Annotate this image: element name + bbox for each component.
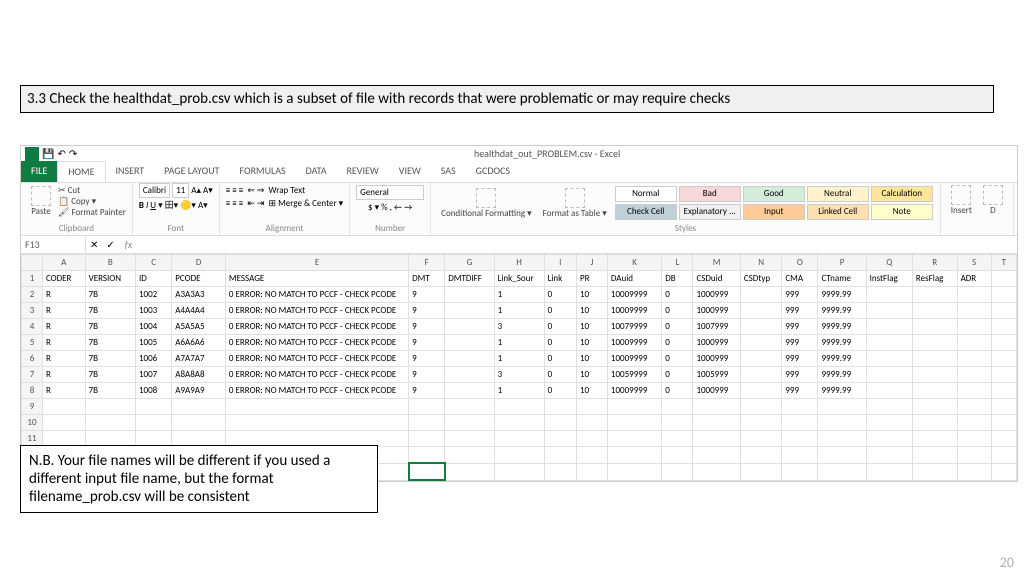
tab-formulas[interactable]: FORMULAS xyxy=(229,161,295,182)
font-name[interactable]: Calibri xyxy=(139,183,170,198)
copy-button[interactable]: 📋 Copy ▾ xyxy=(58,196,126,207)
undo-icon[interactable]: ↶ xyxy=(57,147,65,160)
tab-home[interactable]: HOME xyxy=(57,161,105,182)
merge-button[interactable]: Merge & Center ▾ xyxy=(278,198,343,209)
ribbon-tabs: FILEHOMEINSERTPAGE LAYOUTFORMULASDATAREV… xyxy=(21,161,1017,183)
tab-review[interactable]: REVIEW xyxy=(336,161,388,182)
callout-note: N.B. Your file names will be different i… xyxy=(20,445,378,513)
cell-styles[interactable]: NormalBadGoodNeutralCalculationCheck Cel… xyxy=(614,185,934,221)
cut-button[interactable]: ✂ Cut xyxy=(58,185,126,196)
tab-insert[interactable]: INSERT xyxy=(106,161,155,182)
wrap-text-button[interactable]: Wrap Text xyxy=(269,185,306,196)
tab-view[interactable]: VIEW xyxy=(389,161,431,182)
format-painter-button[interactable]: 🖌 Format Painter xyxy=(58,207,126,218)
excel-icon xyxy=(25,147,39,161)
excel-window: 💾 ↶ ↷ healthdat_out_PROBLEM.csv - Excel … xyxy=(20,145,1018,482)
font-size[interactable]: 11 xyxy=(172,183,189,198)
tab-page-layout[interactable]: PAGE LAYOUT xyxy=(154,161,229,182)
ribbon: Paste ✂ Cut 📋 Copy ▾ 🖌 Format Painter Cl… xyxy=(21,183,1017,236)
page-number: 20 xyxy=(1000,554,1014,571)
paste-button[interactable]: Paste xyxy=(27,186,55,217)
delete-button[interactable]: D xyxy=(979,185,1007,216)
number-format[interactable]: General xyxy=(356,185,424,200)
tab-data[interactable]: DATA xyxy=(296,161,337,182)
conditional-formatting-button[interactable]: Conditional Formatting ▾ xyxy=(437,188,536,219)
insert-button[interactable]: Insert xyxy=(947,185,976,216)
name-box[interactable]: F13 xyxy=(21,236,86,253)
save-icon[interactable]: 💾 xyxy=(42,147,54,160)
window-title: healthdat_out_PROBLEM.csv - Excel xyxy=(77,147,1017,160)
tab-gcdocs[interactable]: GCDOCS xyxy=(466,161,520,182)
format-as-table-button[interactable]: Format as Table ▾ xyxy=(539,188,611,219)
quick-access-toolbar[interactable]: 💾 ↶ ↷ xyxy=(21,147,77,161)
tab-file[interactable]: FILE xyxy=(21,161,57,182)
fx-icon[interactable]: fx xyxy=(119,236,138,253)
tab-sas[interactable]: SAS xyxy=(431,161,466,182)
callout-heading: 3.3 Check the healthdat_prob.csv which i… xyxy=(20,85,994,113)
redo-icon[interactable]: ↷ xyxy=(69,147,77,160)
formula-bar[interactable] xyxy=(138,238,1017,251)
